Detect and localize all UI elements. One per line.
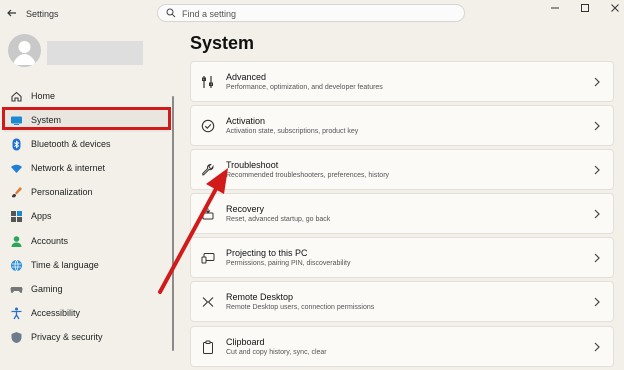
shield-icon xyxy=(10,331,23,344)
card-clipboard[interactable]: Clipboard Cut and copy history, sync, cl… xyxy=(190,325,614,367)
chevron-right-icon xyxy=(594,253,600,263)
chevron-right-icon xyxy=(594,342,600,351)
sidebar-item-bluetooth[interactable]: Bluetooth & devices xyxy=(4,132,170,156)
app-title: Settings xyxy=(26,9,59,19)
gaming-icon xyxy=(10,283,23,296)
recovery-icon xyxy=(201,207,215,221)
user-name-redacted xyxy=(47,41,143,65)
sidebar-item-accounts[interactable]: Accounts xyxy=(4,229,170,253)
close-icon xyxy=(611,4,619,12)
card-activation[interactable]: Activation Activation state, subscriptio… xyxy=(190,105,614,147)
brush-icon xyxy=(10,186,23,199)
card-projecting[interactable]: Projecting to this PC Permissions, pairi… xyxy=(190,237,614,279)
search-icon xyxy=(166,8,176,18)
search-bar[interactable] xyxy=(157,4,465,22)
apps-icon xyxy=(10,210,23,223)
settings-card-list: Advanced Performance, optimization, and … xyxy=(190,61,614,370)
user-avatar-icon xyxy=(13,41,36,65)
chevron-right-icon xyxy=(594,121,600,131)
title-bar: Settings xyxy=(0,0,624,28)
sidebar-item-gaming[interactable]: Gaming xyxy=(4,277,170,301)
wrench-icon xyxy=(201,163,215,177)
chevron-right-icon xyxy=(594,165,600,175)
chevron-right-icon xyxy=(594,298,600,307)
minimize-button[interactable] xyxy=(540,0,570,16)
sidebar-item-privacy-security[interactable]: Privacy & security xyxy=(4,325,170,349)
chevron-right-icon xyxy=(594,209,600,219)
clipboard-icon xyxy=(201,340,215,354)
sidebar-item-apps[interactable]: Apps xyxy=(4,204,170,228)
projecting-icon xyxy=(201,251,215,265)
activation-check-icon xyxy=(201,119,215,133)
maximize-icon xyxy=(581,4,589,12)
close-button[interactable] xyxy=(600,0,624,16)
sidebar-item-accessibility[interactable]: Accessibility xyxy=(4,301,170,325)
sidebar-item-time-language[interactable]: Time & language xyxy=(4,253,170,277)
wifi-icon xyxy=(10,162,23,175)
accessibility-icon xyxy=(10,307,23,320)
account-icon xyxy=(10,235,23,248)
sidebar-scrollbar[interactable] xyxy=(172,96,174,351)
home-icon xyxy=(10,90,23,103)
bluetooth-icon xyxy=(10,138,23,151)
search-input[interactable] xyxy=(180,6,454,22)
sidebar-item-network[interactable]: Network & internet xyxy=(4,156,170,180)
card-recovery[interactable]: Recovery Reset, advanced startup, go bac… xyxy=(190,193,614,235)
back-arrow-icon[interactable] xyxy=(6,7,18,19)
chevron-right-icon xyxy=(594,77,600,87)
card-advanced[interactable]: Advanced Performance, optimization, and … xyxy=(190,61,614,102)
sidebar-item-personalization[interactable]: Personalization xyxy=(4,180,170,204)
card-troubleshoot[interactable]: Troubleshoot Recommended troubleshooters… xyxy=(190,149,614,191)
page-title: System xyxy=(190,33,255,53)
minimize-icon xyxy=(551,7,559,9)
globe-icon xyxy=(10,259,23,272)
sidebar-item-home[interactable]: Home xyxy=(4,84,170,108)
avatar[interactable] xyxy=(8,34,41,67)
remote-desktop-icon xyxy=(201,295,215,309)
card-remote-desktop[interactable]: Remote Desktop Remote Desktop users, con… xyxy=(190,281,614,323)
maximize-button[interactable] xyxy=(570,0,600,16)
advanced-tools-icon xyxy=(201,75,215,89)
system-highlight-box xyxy=(2,107,171,130)
